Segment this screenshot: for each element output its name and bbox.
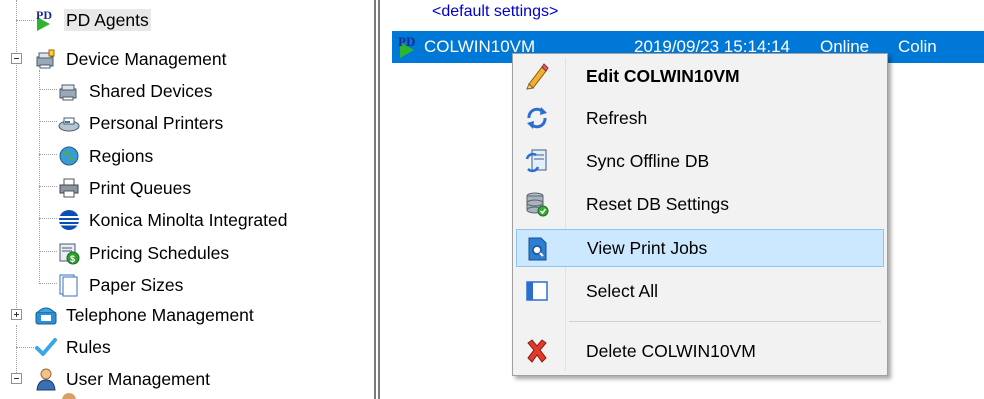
menu-item-label: Delete COLWIN10VM (586, 340, 756, 361)
tree-item-konica-minolta-integrated[interactable]: Konica Minolta Integrated (57, 207, 289, 233)
sync-icon (524, 147, 550, 175)
tree-item-pricing-schedules[interactable]: $ Pricing Schedules (57, 240, 231, 266)
menu-item-sync-offline-db[interactable]: Sync Offline DB (516, 142, 884, 180)
user-management-collapse-toggle[interactable] (11, 373, 22, 384)
menu-item-label: Sync Offline DB (586, 150, 710, 171)
tree-item-label: Paper Sizes (89, 275, 184, 295)
tree-item-pd-agents[interactable]: PD PD Agents (34, 7, 151, 33)
context-menu: Edit COLWIN10VM Refresh Sync Offline DB (512, 53, 888, 376)
default-settings-row[interactable]: <default settings> (432, 3, 558, 21)
tree-item-label: Device Management (66, 49, 227, 69)
tree-item-label: User Management (66, 369, 210, 389)
tree-item-paper-sizes[interactable]: Paper Sizes (57, 272, 185, 298)
tree-item-partial-icon (62, 393, 76, 399)
pane-splitter[interactable] (372, 0, 382, 399)
pd-agents-icon: PD (34, 8, 58, 32)
menu-item-select-all[interactable]: Select All (516, 272, 884, 310)
tree-item-label: Telephone Management (66, 305, 254, 325)
menu-item-view-print-jobs[interactable]: View Print Jobs (516, 229, 884, 267)
view-print-jobs-icon (525, 235, 551, 263)
tree-item-telephone-management[interactable]: Telephone Management (34, 302, 256, 328)
tree-item-print-queues[interactable]: Print Queues (57, 175, 193, 201)
regions-icon (57, 144, 81, 168)
pricing-schedules-icon: $ (57, 241, 81, 265)
menu-item-label: View Print Jobs (587, 237, 708, 258)
personal-printers-icon (57, 111, 81, 135)
svg-text:$: $ (70, 254, 75, 264)
tree-item-label: Regions (89, 146, 154, 166)
delete-icon (524, 337, 550, 365)
tree-item-device-management[interactable]: Device Management (34, 46, 229, 72)
refresh-icon (524, 104, 550, 132)
menu-separator (569, 321, 881, 322)
konica-minolta-icon (57, 208, 81, 232)
device-management-icon (34, 47, 58, 71)
menu-item-label: Reset DB Settings (586, 193, 729, 214)
tree-item-user-management[interactable]: User Management (34, 366, 212, 392)
svg-text:PD: PD (36, 8, 52, 22)
tree-item-label: Shared Devices (89, 81, 213, 101)
tree-item-personal-printers[interactable]: Personal Printers (57, 110, 225, 136)
svg-text:PD: PD (398, 34, 415, 49)
menu-item-refresh[interactable]: Refresh (516, 99, 884, 137)
agent-user: Colin (898, 37, 937, 56)
tree-item-label: Pricing Schedules (89, 243, 230, 263)
user-management-icon (34, 367, 58, 391)
menu-item-label: Edit COLWIN10VM (586, 65, 740, 86)
menu-item-edit[interactable]: Edit COLWIN10VM (516, 57, 884, 95)
menu-item-reset-db-settings[interactable]: Reset DB Settings (516, 185, 884, 223)
tree-item-label: Rules (66, 337, 111, 357)
navigation-tree: PD PD Agents Device Management Shared De… (0, 0, 372, 399)
tree-item-label: Print Queues (89, 178, 192, 198)
menu-item-label: Refresh (586, 107, 648, 128)
menu-item-label: Select All (586, 280, 658, 301)
tree-item-rules[interactable]: Rules (34, 334, 113, 360)
tree-item-shared-devices[interactable]: Shared Devices (57, 78, 215, 104)
print-queues-icon (57, 176, 81, 200)
tree-item-label: PD Agents (64, 9, 151, 31)
pencil-icon (524, 62, 550, 90)
tree-item-label: Konica Minolta Integrated (89, 210, 288, 230)
menu-item-delete[interactable]: Delete COLWIN10VM (516, 332, 884, 370)
database-reset-icon (524, 190, 550, 218)
device-management-collapse-toggle[interactable] (11, 53, 22, 64)
pd-agent-icon: PD (396, 34, 424, 60)
shared-devices-icon (57, 79, 81, 103)
rules-icon (34, 335, 58, 359)
tree-item-label: Personal Printers (89, 113, 224, 133)
select-all-icon (524, 277, 550, 305)
paper-sizes-icon (57, 273, 81, 297)
tree-item-regions[interactable]: Regions (57, 143, 155, 169)
telephone-management-icon (34, 303, 58, 327)
telephone-management-expand-toggle[interactable] (11, 309, 22, 320)
